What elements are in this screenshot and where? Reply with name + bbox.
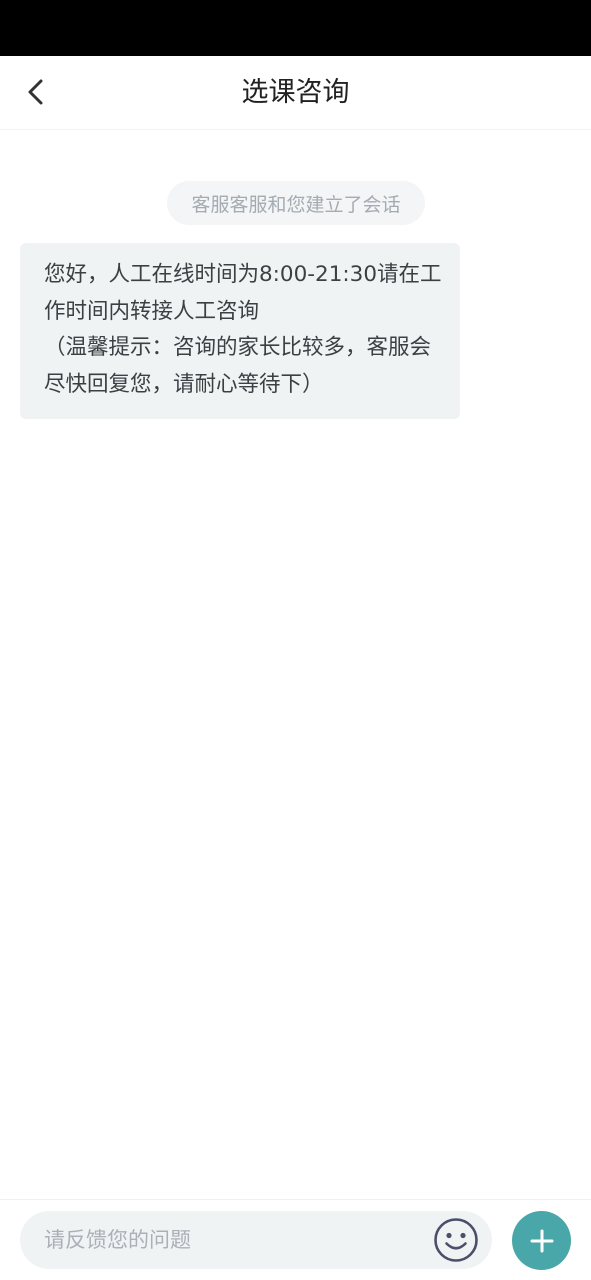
status-bar — [0, 0, 591, 56]
emoji-button[interactable] — [432, 1216, 480, 1264]
page-title: 选课咨询 — [241, 77, 350, 108]
input-bar — [0, 1199, 591, 1280]
plus-icon — [530, 1229, 553, 1252]
add-button[interactable] — [512, 1211, 571, 1270]
message-input[interactable] — [44, 1211, 424, 1269]
message-input-wrapper — [20, 1211, 492, 1269]
header-bar: 选课咨询 — [0, 56, 591, 130]
message-text: 您好，人工在线时间为8:00-21:30请在工作时间内转接人工咨询 （温馨提示：… — [44, 262, 442, 397]
message-bubble[interactable]: 您好，人工在线时间为8:00-21:30请在工作时间内转接人工咨询 （温馨提示：… — [20, 243, 460, 419]
system-note: 客服客服和您建立了会话 — [167, 181, 425, 225]
chat-area[interactable]: 客服客服和您建立了会话 您好，人工在线时间为8:00-21:30请在工作时间内转… — [0, 131, 591, 1199]
system-note-text: 客服客服和您建立了会话 — [191, 193, 401, 216]
smiley-face-icon — [434, 1218, 478, 1262]
